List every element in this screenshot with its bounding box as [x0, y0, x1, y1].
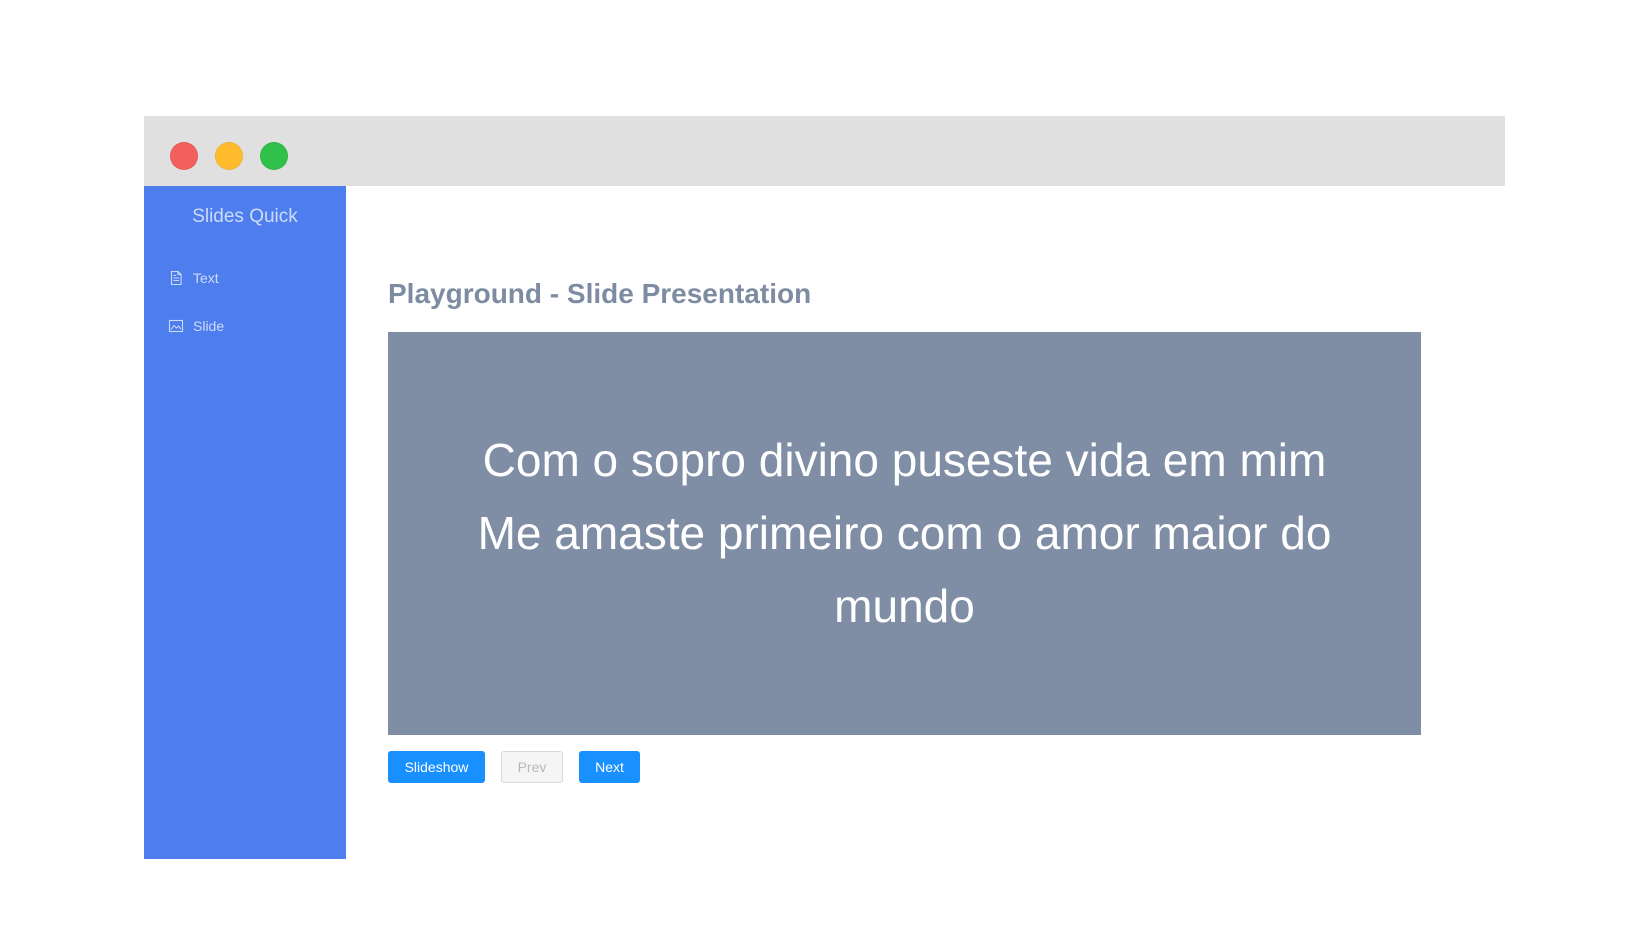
sidebar: Slides Quick Text Slide: [144, 186, 346, 859]
image-icon: [168, 318, 184, 334]
sidebar-item-text[interactable]: Text: [168, 266, 219, 290]
minimize-window-button[interactable]: [215, 142, 243, 170]
slide-preview: Com o sopro divino puseste vida em mim M…: [388, 332, 1421, 735]
app-window: Slides Quick Text Slide Playground - Sli…: [144, 116, 1505, 859]
next-button[interactable]: Next: [579, 751, 640, 783]
sidebar-title: Slides Quick: [192, 206, 298, 227]
slideshow-button[interactable]: Slideshow: [388, 751, 485, 783]
prev-button[interactable]: Prev: [501, 751, 563, 783]
sidebar-item-label: Slide: [193, 318, 225, 334]
maximize-window-button[interactable]: [260, 142, 288, 170]
slide-text: Com o sopro divino puseste vida em mim M…: [477, 434, 1332, 632]
sidebar-item-slide[interactable]: Slide: [168, 314, 224, 338]
sidebar-item-label: Text: [193, 270, 219, 286]
page-title: Playground - Slide Presentation: [388, 278, 812, 309]
main-content: Playground - Slide Presentation Com o so…: [346, 186, 1505, 859]
close-window-button[interactable]: [170, 142, 198, 170]
file-text-icon: [168, 270, 184, 286]
window-titlebar: [144, 116, 1505, 186]
